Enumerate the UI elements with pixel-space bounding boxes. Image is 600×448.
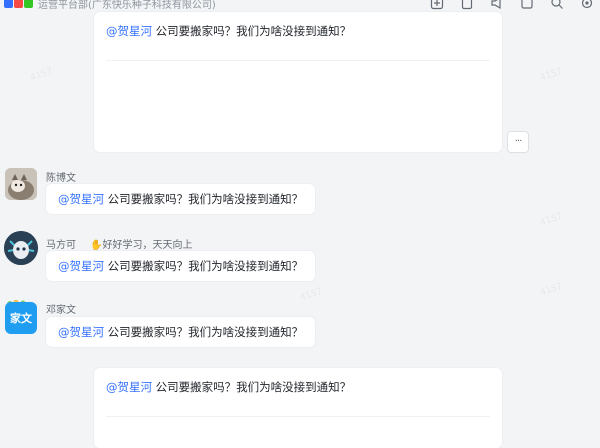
divider (106, 416, 490, 417)
sender-name: 陈博文 (46, 173, 76, 184)
user-status: ✋好好学习，天天向上 (90, 240, 193, 251)
message-text: @贺星河 公司要搬家吗？我们为啥没接到通知？ (106, 24, 352, 38)
group-avatar[interactable] (4, 0, 34, 10)
avatar[interactable] (5, 168, 37, 200)
watermark: 4157 (29, 66, 54, 84)
avatar[interactable]: 家文 (4, 300, 38, 334)
add-member-icon[interactable] (430, 0, 444, 10)
watermark: 4157 (539, 211, 564, 229)
mention-link[interactable]: @贺星河 (58, 192, 104, 206)
watermark: 4157 (299, 286, 324, 304)
message-text: 公司要搬家吗？我们为啥没接到通知？ (107, 259, 304, 273)
message-text: 公司要搬家吗？我们为啥没接到通知？ (107, 325, 304, 339)
avatar[interactable] (4, 231, 38, 265)
message-text: 公司要搬家吗？我们为啥没接到通知？ (107, 192, 304, 206)
mention-link[interactable]: @贺星河 (106, 24, 152, 38)
chat-toolbar (430, 0, 594, 10)
message-bubble[interactable]: @贺星河 公司要搬家吗？我们为啥没接到通知？ (46, 184, 316, 214)
cat-avatar-icon (5, 168, 37, 200)
watermark: 4157 (539, 281, 564, 299)
mention-link[interactable]: @贺星河 (58, 259, 104, 273)
announcement-icon[interactable] (490, 0, 504, 10)
divider (106, 60, 490, 61)
watermark: 4157 (539, 66, 564, 84)
wave-hand-icon: ✋ (90, 240, 103, 251)
search-icon[interactable] (550, 0, 564, 10)
sender-name: 马方可 (46, 240, 76, 251)
more-actions-button[interactable]: ··· (507, 131, 529, 153)
group-subtitle: 运营平台部(广东快乐种子科技有限公司) (38, 0, 216, 11)
message-card[interactable]: @贺星河 公司要搬家吗？我们为啥没接到通知？ (94, 368, 502, 448)
mention-link[interactable]: @贺星河 (58, 325, 104, 339)
pin-icon[interactable] (520, 0, 534, 10)
sender-name: 邓家文 (46, 305, 76, 316)
message-bubble[interactable]: @贺星河 公司要搬家吗？我们为啥没接到通知？ (46, 251, 316, 281)
avatar-initials: 家文 (5, 302, 37, 334)
message-text: @贺星河 公司要搬家吗？我们为啥没接到通知？ (106, 380, 352, 394)
message-bubble[interactable]: @贺星河 公司要搬家吗？我们为啥没接到通知？ (46, 317, 316, 347)
document-icon[interactable] (460, 0, 474, 10)
robot-avatar-icon (4, 231, 38, 265)
settings-icon[interactable] (580, 0, 594, 10)
message-card[interactable]: @贺星河 公司要搬家吗？我们为啥没接到通知？ (94, 12, 502, 152)
mention-link[interactable]: @贺星河 (106, 380, 152, 394)
